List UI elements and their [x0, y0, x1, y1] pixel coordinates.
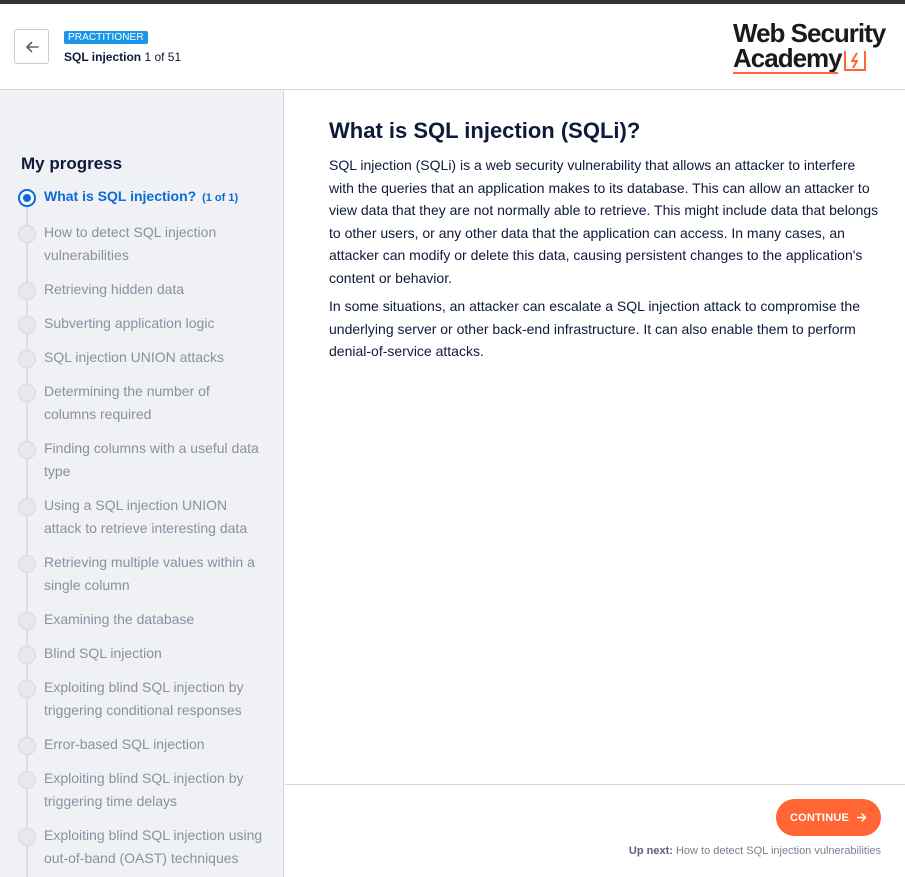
progress-item-label: Blind SQL injection [44, 645, 162, 661]
logo-line2: Academy [733, 43, 843, 73]
step-circle-icon [18, 384, 36, 402]
progress-item[interactable]: Using a SQL injection UNION attack to re… [0, 493, 283, 550]
step-circle-icon [18, 612, 36, 630]
progress-item[interactable]: Exploiting blind SQL injection by trigge… [0, 766, 283, 823]
progress-item[interactable]: Retrieving hidden data [0, 277, 283, 311]
progress-item-label: Examining the database [44, 611, 195, 627]
up-next-link[interactable]: How to detect SQL injection vulnerabilit… [676, 845, 881, 857]
progress-item[interactable]: Blind SQL injection [0, 641, 283, 675]
progress-item-label: Retrieving multiple values within a sing… [44, 554, 255, 593]
topic-position: 1 of 51 [141, 50, 182, 64]
progress-item-label: How to detect SQL injection vulnerabilit… [44, 224, 217, 263]
paragraph: SQL injection (SQLi) is a web security v… [329, 157, 879, 286]
progress-item-label: Finding columns with a useful data type [44, 440, 259, 479]
step-circle-icon [18, 771, 36, 789]
level-badge: PRACTITIONER [64, 31, 148, 44]
main-content: What is SQL injection (SQLi)? SQL inject… [285, 90, 905, 784]
progress-item-count: (1 of 1) [202, 192, 239, 204]
progress-item-label: Using a SQL injection UNION attack to re… [44, 497, 248, 536]
progress-list: What is SQL injection? (1 of 1) How to de… [0, 184, 283, 877]
lightning-bracket-icon [844, 51, 866, 71]
progress-item[interactable]: Retrieving multiple values within a sing… [0, 550, 283, 607]
current-step-icon [18, 189, 36, 207]
progress-item-label: Subverting application logic [44, 315, 215, 331]
arrow-left-icon [25, 41, 39, 52]
progress-item-label: Determining the number of columns requir… [44, 383, 210, 422]
progress-item-label: What is SQL injection? [44, 188, 197, 204]
up-next: Up next: How to detect SQL injection vul… [629, 845, 881, 857]
page-title: What is SQL injection (SQLi)? [329, 118, 641, 143]
step-circle-icon [18, 350, 36, 368]
progress-item-label: Retrieving hidden data [44, 281, 185, 297]
progress-item[interactable]: Exploiting blind SQL injection by trigge… [0, 675, 283, 732]
step-circle-icon [18, 646, 36, 664]
progress-item[interactable]: Determining the number of columns requir… [0, 379, 283, 436]
arrow-right-icon [857, 813, 867, 822]
step-circle-icon [18, 282, 36, 300]
progress-item-label: SQL injection UNION attacks [44, 349, 224, 365]
progress-item[interactable]: Exploiting blind SQL injection using out… [0, 823, 283, 877]
step-circle-icon [18, 737, 36, 755]
header: PRACTITIONER SQL injection 1 of 51 Web S… [0, 4, 905, 90]
progress-item[interactable]: Subverting application logic [0, 311, 283, 345]
progress-item-label: Exploiting blind SQL injection using out… [44, 827, 263, 866]
step-circle-icon [18, 498, 36, 516]
topic-name: SQL injection [64, 50, 142, 64]
topic-line: SQL injection 1 of 51 [64, 50, 181, 64]
continue-button[interactable]: CONTINUE [776, 799, 881, 836]
sidebar: My progress What is SQL injection? (1 of… [0, 90, 284, 877]
back-button[interactable] [14, 29, 49, 64]
step-circle-icon [18, 316, 36, 334]
continue-label: CONTINUE [789, 811, 850, 824]
step-circle-icon [18, 680, 36, 698]
progress-item[interactable]: How to detect SQL injection vulnerabilit… [0, 220, 283, 277]
progress-item[interactable]: Error-based SQL injection [0, 732, 283, 766]
step-circle-icon [18, 441, 36, 459]
article-body: SQL injection (SQLi) is a web security v… [329, 154, 881, 369]
progress-item-label: Exploiting blind SQL injection by trigge… [44, 770, 244, 809]
step-circle-icon [18, 828, 36, 846]
progress-item[interactable]: Examining the database [0, 607, 283, 641]
progress-item[interactable]: SQL injection UNION attacks [0, 345, 283, 379]
progress-item[interactable]: What is SQL injection? (1 of 1) [0, 184, 283, 220]
up-next-label: Up next: [628, 845, 673, 857]
progress-title: My progress [21, 154, 123, 173]
web-security-academy-logo[interactable]: Web Security Academy [733, 18, 886, 78]
step-circle-icon [18, 225, 36, 243]
progress-item-label: Error-based SQL injection [44, 736, 205, 752]
paragraph: In some situations, an attacker can esca… [329, 298, 860, 359]
logo-underline [733, 72, 838, 74]
step-circle-icon [18, 555, 36, 573]
footer: CONTINUE Up next: How to detect SQL inje… [285, 784, 905, 877]
progress-item-label: Exploiting blind SQL injection by trigge… [44, 679, 244, 718]
progress-item[interactable]: Finding columns with a useful data type [0, 436, 283, 493]
